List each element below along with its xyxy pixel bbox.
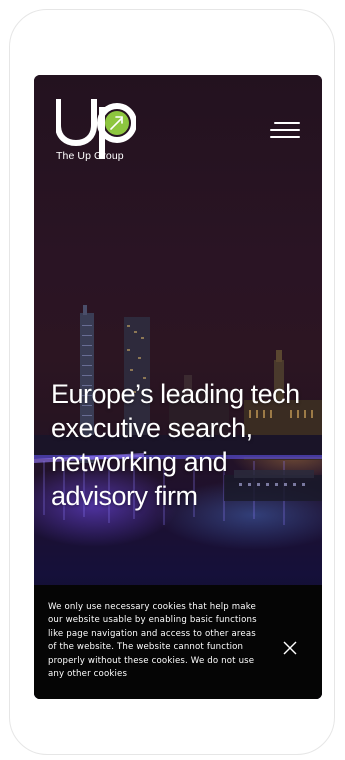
close-icon[interactable]	[282, 640, 298, 656]
hero-headline: Europe’s leading tech executive search, …	[51, 379, 300, 511]
menu-line	[270, 136, 300, 138]
hamburger-menu-icon	[274, 122, 300, 124]
cookie-message: We only use necessary cookies that help …	[48, 602, 257, 680]
brand-caption: The Up Group	[56, 150, 124, 162]
cookie-banner: We only use necessary cookies that help …	[34, 585, 322, 699]
mobile-screen: The Up Group Europe’s leading tech execu…	[34, 75, 322, 699]
hamburger-menu-button[interactable]	[270, 120, 300, 140]
menu-line	[270, 129, 300, 131]
